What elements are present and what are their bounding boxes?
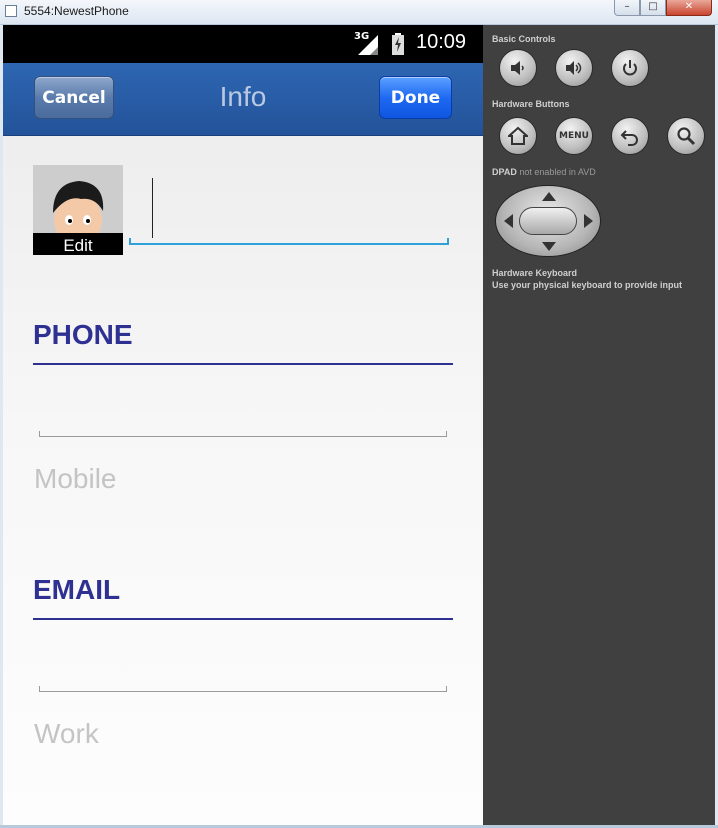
cancel-button[interactable]: Cancel: [34, 76, 114, 119]
keyboard-note: Use your physical keyboard to provide in…: [492, 280, 683, 290]
home-button[interactable]: [499, 117, 537, 155]
phone-screen: 3G 10:09 Cancel Info Done Edit PHONE Mob…: [3, 25, 483, 825]
input-tick-left: [39, 686, 40, 692]
dpad-down-icon: [542, 242, 556, 251]
email-input-underline: [39, 691, 447, 692]
phone-section-divider: [33, 363, 453, 365]
phone-type-label[interactable]: Mobile: [34, 463, 116, 495]
input-tick-right: [446, 686, 447, 692]
email-type-label[interactable]: Work: [34, 718, 99, 750]
email-section-divider: [33, 618, 453, 620]
home-icon: [508, 126, 528, 145]
input-tick-left: [129, 238, 131, 245]
battery-charging-icon: [392, 33, 404, 55]
phone-section-heading: PHONE: [33, 319, 133, 350]
minimize-button[interactable]: –: [614, 0, 640, 16]
dpad-up-icon: [542, 192, 556, 201]
close-window-button[interactable]: ✕: [666, 0, 712, 16]
back-icon: [620, 130, 638, 146]
text-cursor: [152, 178, 153, 238]
menu-button[interactable]: MENU: [555, 117, 593, 155]
power-button[interactable]: [611, 49, 649, 87]
contact-avatar[interactable]: Edit: [33, 165, 123, 255]
input-tick-right: [447, 238, 449, 245]
phone-input-underline: [39, 436, 447, 437]
basic-controls-label: Basic Controls: [492, 34, 556, 44]
email-section-heading: EMAIL: [33, 574, 121, 605]
hardware-buttons-label: Hardware Buttons: [492, 99, 570, 109]
search-icon: [677, 127, 696, 146]
signal-icon: [358, 35, 378, 55]
avatar-edit-label[interactable]: Edit: [33, 233, 123, 255]
navigation-bar: Cancel Info Done: [3, 63, 483, 136]
back-button[interactable]: [611, 117, 649, 155]
dpad-note: not enabled in AVD: [519, 167, 596, 177]
status-clock: 10:09: [416, 31, 467, 53]
name-input[interactable]: [129, 175, 449, 245]
page-title: Info: [219, 81, 267, 112]
dpad-center-button[interactable]: [519, 207, 577, 235]
emulator-control-panel: Basic Controls Hardware Buttons MENU DPA…: [483, 25, 715, 825]
volume-up-button[interactable]: [555, 49, 593, 87]
name-input-underline: [129, 243, 449, 245]
volume-down-button[interactable]: [499, 49, 537, 87]
app-window-icon: [5, 5, 17, 17]
window-title: 5554:NewestPhone: [24, 4, 129, 18]
search-button[interactable]: [667, 117, 705, 155]
volume-up-icon: [566, 61, 582, 75]
phone-number-input[interactable]: [39, 427, 447, 437]
input-tick-left: [39, 431, 40, 437]
volume-down-icon: [511, 61, 524, 75]
window-titlebar: 5554:NewestPhone – □ ✕: [0, 0, 718, 25]
dpad[interactable]: [495, 185, 601, 257]
done-button[interactable]: Done: [379, 76, 452, 119]
dpad-label: DPAD not enabled in AVD: [492, 167, 596, 177]
dpad-title: DPAD: [492, 167, 517, 177]
dpad-left-icon: [504, 214, 513, 228]
power-icon: [623, 60, 637, 76]
keyboard-title: Hardware Keyboard: [492, 268, 578, 278]
status-bar: 3G 10:09: [3, 25, 483, 63]
email-input[interactable]: [39, 682, 447, 692]
maximize-button[interactable]: □: [640, 0, 666, 16]
input-tick-right: [446, 431, 447, 437]
dpad-right-icon: [584, 214, 593, 228]
